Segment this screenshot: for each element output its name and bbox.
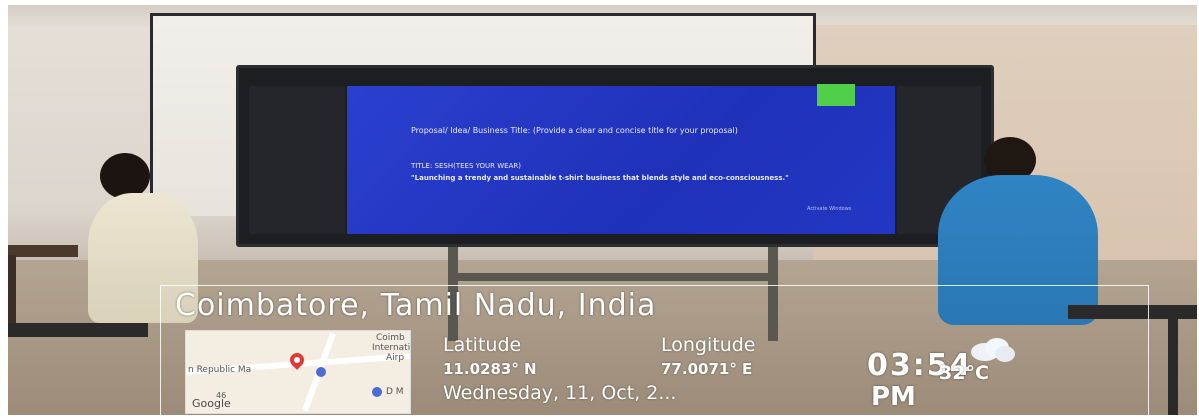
slide-bullet-1: Proposal/ Idea/ Business Title: (Provide… [411, 126, 738, 135]
map-thumbnail: n Republic Ma Coimb Internati Airp D M 4… [185, 330, 411, 414]
map-label-airport-b: Internati [372, 343, 411, 353]
map-label-airport-a: Coimb [376, 333, 405, 343]
slide-watermark: Activate Windows [807, 206, 852, 212]
map-label-airport-c: Airp [386, 353, 405, 363]
longitude-label: Longitude [661, 334, 756, 356]
ampm-text: PM [871, 382, 916, 412]
chair-right-leg [1168, 315, 1178, 415]
location-title: Coimbatore, Tamil Nadu, India [175, 288, 657, 323]
green-box [817, 84, 855, 106]
temperature-text: 32°C [939, 362, 989, 384]
map-label-republic: n Republic Ma [188, 365, 252, 375]
tv-left-panel [249, 86, 345, 234]
map-place-icon [316, 367, 326, 377]
gps-overlay: Coimbatore, Tamil Nadu, India n Republic… [160, 285, 1149, 415]
tv-stand-bar [448, 273, 778, 281]
longitude-value: 77.0071° E [661, 360, 753, 378]
latitude-value: 11.0283° N [443, 360, 537, 378]
desk-left [8, 245, 78, 257]
photo-frame: Proposal/ Idea/ Business Title: (Provide… [0, 0, 1199, 418]
slide-bullet-2: TITLE: SESH(TEES YOUR WEAR) [411, 162, 521, 170]
location-pin-dot [294, 357, 300, 363]
latitude-label: Latitude [443, 334, 522, 356]
display-panel: Proposal/ Idea/ Business Title: (Provide… [236, 65, 994, 247]
cloud-icon [971, 338, 1015, 362]
slide-bullet-3: "Launching a trendy and sustainable t-sh… [411, 174, 789, 182]
google-logo: Google [192, 397, 231, 410]
date-text: Wednesday, 11, Oct, 2... [443, 382, 677, 404]
chair-left [8, 323, 148, 337]
presentation-slide: Proposal/ Idea/ Business Title: (Provide… [347, 84, 895, 234]
map-place-icon [372, 387, 382, 397]
map-label-dmart: D M [386, 387, 404, 397]
